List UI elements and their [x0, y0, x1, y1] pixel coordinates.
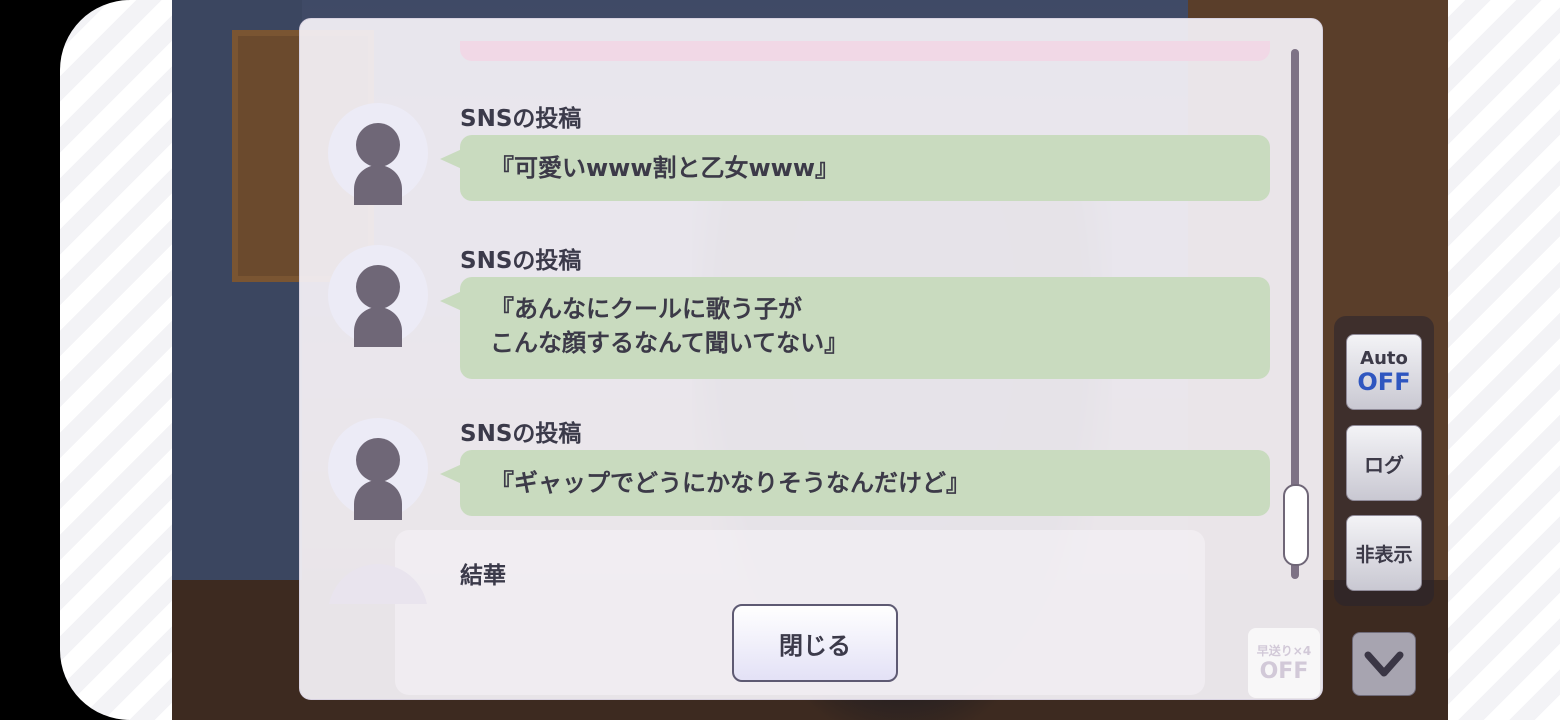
- message-bubble: 『可愛いwww割と乙女www』: [440, 135, 1270, 201]
- character-avatar-icon: [328, 564, 428, 604]
- chevron-down-icon[interactable]: [1352, 632, 1416, 696]
- previous-entry-bubble: [460, 41, 1270, 61]
- hide-button[interactable]: 非表示: [1346, 515, 1422, 591]
- user-silhouette-icon: [328, 103, 428, 205]
- close-button[interactable]: 閉じる: [732, 604, 898, 682]
- speaker-name: SNSの投稿: [460, 421, 582, 447]
- fast-forward-label: 早送り×4: [1256, 644, 1312, 658]
- auto-label: Auto: [1360, 348, 1408, 369]
- message-text: 『あんなにクールに歌う子が こんな顔するなんて聞いてない』: [490, 295, 849, 357]
- speaker-name: 結華: [460, 563, 506, 589]
- auto-button[interactable]: Auto OFF: [1346, 334, 1422, 410]
- fast-forward-state: OFF: [1259, 659, 1309, 684]
- log-panel: SNSの投稿 『可愛いwww割と乙女www』 SNSの投稿 『あんなにクールに歌…: [299, 18, 1323, 700]
- message-bubble: 『ギャップでどうにかなりそうなんだけど』: [440, 450, 1270, 516]
- message-text: 『可愛いwww割と乙女www』: [490, 154, 840, 182]
- log-button[interactable]: ログ: [1346, 425, 1422, 501]
- speaker-name: SNSの投稿: [460, 248, 582, 274]
- fast-forward-button[interactable]: 早送り×4 OFF: [1248, 628, 1320, 698]
- log-scroll-area[interactable]: SNSの投稿 『可愛いwww割と乙女www』 SNSの投稿 『あんなにクールに歌…: [300, 19, 1300, 604]
- log-scrollbar-thumb[interactable]: [1283, 484, 1309, 566]
- auto-state: OFF: [1357, 368, 1411, 396]
- device-frame-right: [1440, 0, 1560, 720]
- user-silhouette-icon: [328, 418, 428, 520]
- speaker-name: SNSの投稿: [460, 106, 582, 132]
- message-text: 『ギャップでどうにかなりそうなんだけど』: [490, 469, 970, 497]
- user-silhouette-icon: [328, 245, 428, 347]
- message-bubble: 『あんなにクールに歌う子が こんな顔するなんて聞いてない』: [440, 277, 1270, 379]
